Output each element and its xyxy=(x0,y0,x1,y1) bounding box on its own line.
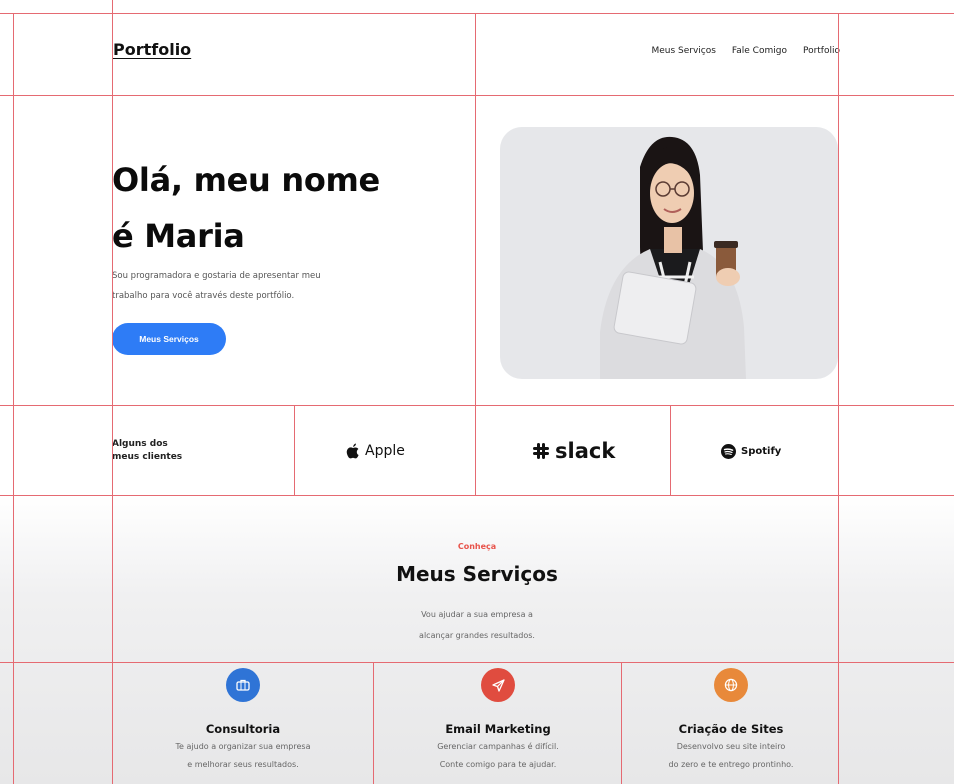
briefcase-icon xyxy=(226,668,260,702)
client-slack-logo: slack xyxy=(532,436,615,466)
service-card-email-marketing[interactable]: Email Marketing Gerenciar campanhas é di… xyxy=(373,668,623,774)
service-title: Email Marketing xyxy=(445,722,551,736)
services-button[interactable]: Meus Serviços xyxy=(112,323,226,355)
client-spotify-logo: Spotify xyxy=(721,436,781,466)
grid-guide xyxy=(0,405,954,406)
client-apple-logo: Apple xyxy=(346,436,405,466)
hero-desc-line2: trabalho para você através deste portfól… xyxy=(112,291,295,301)
hero-desc-line1: Sou programadora e gostaria de apresenta… xyxy=(112,271,321,281)
hero-title-line2: é Maria xyxy=(112,217,245,255)
apple-icon xyxy=(346,443,359,459)
hero-title: Olá, meu nome é Maria xyxy=(112,152,380,264)
grid-guide xyxy=(373,662,374,784)
service-desc-line1: Te ajudo a organizar sua empresa xyxy=(175,742,311,751)
portfolio-page: Portfolio Meus Serviços Fale Comigo Port… xyxy=(0,0,954,784)
service-desc-line1: Desenvolvo seu site inteiro xyxy=(676,742,786,751)
clients-label: Alguns dos meus clientes xyxy=(112,438,182,464)
grid-guide xyxy=(621,662,622,784)
client-apple-name: Apple xyxy=(365,443,405,459)
service-title: Criação de Sites xyxy=(678,722,784,736)
service-title: Consultoria xyxy=(205,722,281,736)
services-subtitle: Vou ajudar a sua empresa a alcançar gran… xyxy=(0,604,954,646)
grid-guide xyxy=(294,405,295,495)
grid-guide xyxy=(0,662,954,663)
service-description: Desenvolvo seu site inteiro do zero e te… xyxy=(606,738,856,774)
clients-label-line1: Alguns dos xyxy=(112,439,168,449)
services-sub-line1: Vou ajudar a sua empresa a xyxy=(421,610,533,619)
nav-link-contact[interactable]: Fale Comigo xyxy=(732,46,787,56)
grid-guide xyxy=(0,13,954,14)
grid-guide xyxy=(838,13,839,784)
service-desc-line2: do zero e te entrego prontinho. xyxy=(668,760,794,769)
nav-link-services[interactable]: Meus Serviços xyxy=(651,46,715,56)
grid-guide xyxy=(0,495,954,496)
service-desc-line2: Conte comigo para te ajudar. xyxy=(439,760,557,769)
services-title: Meus Serviços xyxy=(396,562,558,586)
slack-icon xyxy=(533,443,549,459)
main-nav: Meus Serviços Fale Comigo Portfolio xyxy=(651,46,840,56)
grid-guide xyxy=(0,95,954,96)
profile-photo xyxy=(500,127,838,379)
services-eyebrow: Conheça xyxy=(457,542,497,551)
service-desc-line2: e melhorar seus resultados. xyxy=(187,760,299,769)
person-illustration xyxy=(600,136,746,379)
paper-plane-icon xyxy=(481,668,515,702)
grid-guide xyxy=(13,13,14,784)
service-description: Gerenciar campanhas é difícil. Conte com… xyxy=(373,738,623,774)
grid-guide xyxy=(670,405,671,495)
logo-link[interactable]: Portfolio xyxy=(113,40,191,59)
services-sub-line2: alcançar grandes resultados. xyxy=(419,631,535,640)
hero-description: Sou programadora e gostaria de apresenta… xyxy=(112,266,392,306)
service-desc-line1: Gerenciar campanhas é difícil. xyxy=(437,742,559,751)
nav-link-portfolio[interactable]: Portfolio xyxy=(803,46,840,56)
client-slack-name: slack xyxy=(555,439,616,463)
client-spotify-name: Spotify xyxy=(741,445,782,457)
hero-title-line1: Olá, meu nome xyxy=(112,161,380,199)
spotify-icon xyxy=(721,443,736,459)
grid-guide xyxy=(475,13,476,495)
grid-guide xyxy=(112,0,113,784)
service-card-criacao-de-sites[interactable]: Criação de Sites Desenvolvo seu site int… xyxy=(606,668,856,774)
clients-label-line2: meus clientes xyxy=(112,452,183,462)
service-description: Te ajudo a organizar sua empresa e melho… xyxy=(118,738,368,774)
service-card-consultoria[interactable]: Consultoria Te ajudo a organizar sua emp… xyxy=(118,668,368,774)
globe-icon xyxy=(714,668,748,702)
